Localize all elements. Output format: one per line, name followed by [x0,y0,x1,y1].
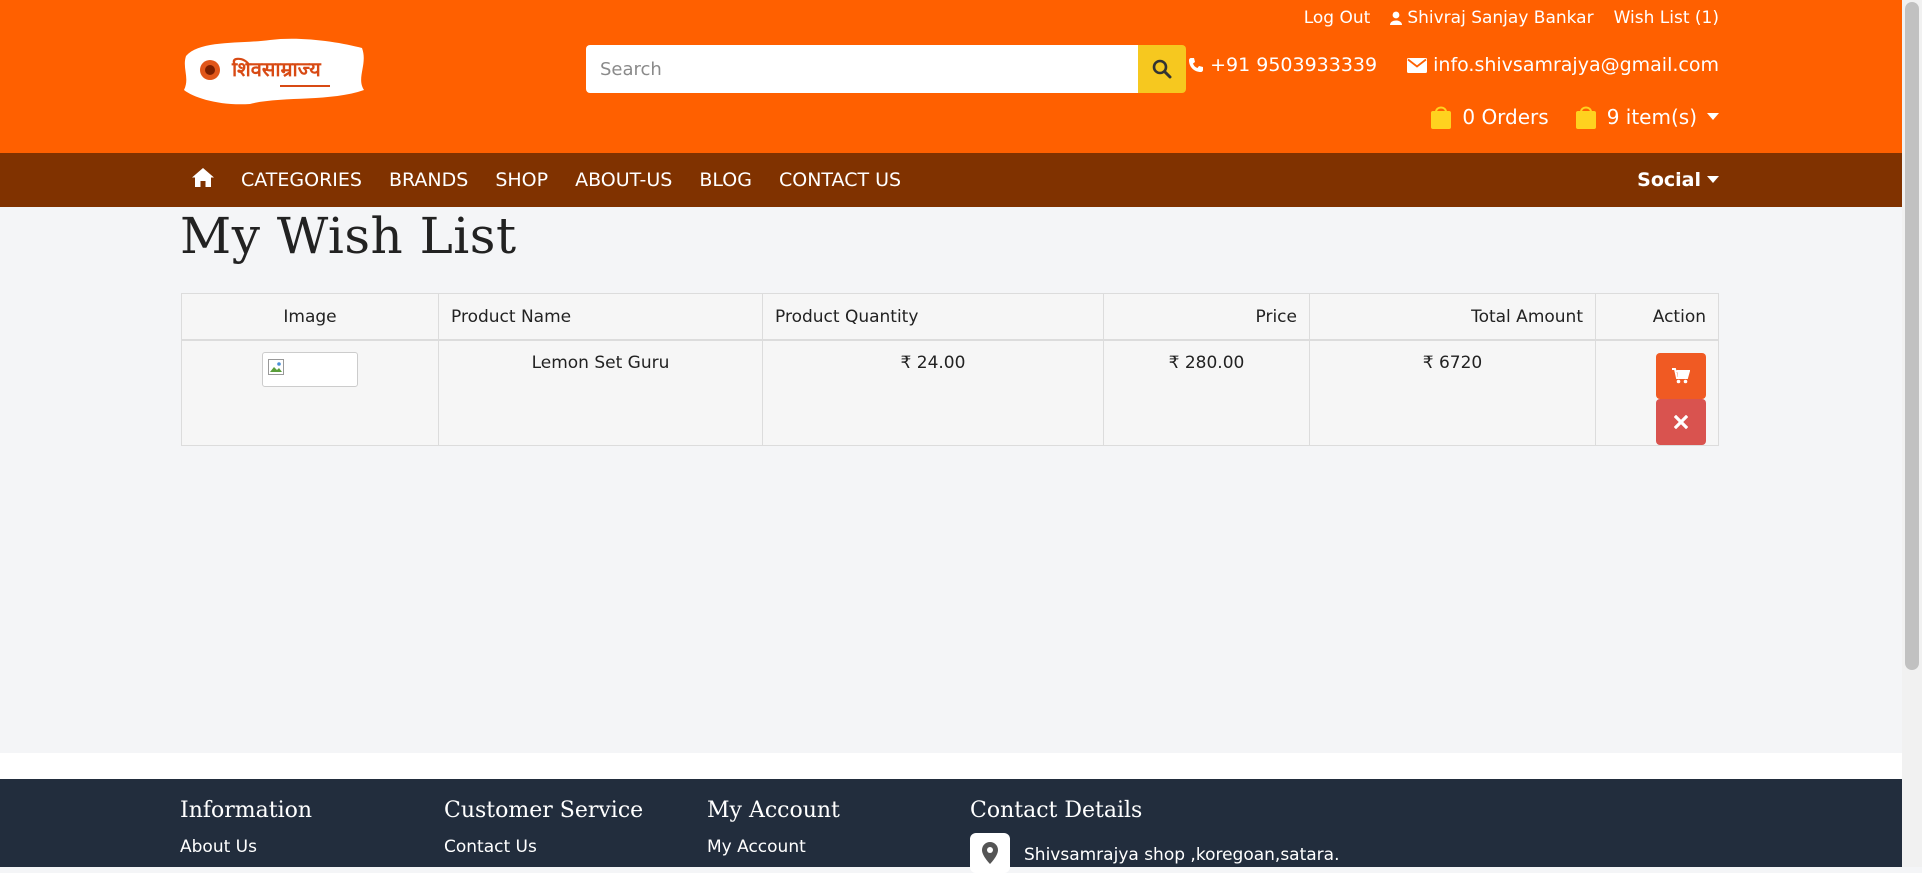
column-header-action: Action [1595,293,1719,341]
page-title: My Wish List [180,207,517,265]
nav-shop[interactable]: SHOP [495,169,548,191]
remove-button[interactable] [1656,399,1706,445]
scrollbar-thumb[interactable] [1905,2,1919,670]
caret-down-icon [1707,113,1719,120]
social-dropdown[interactable]: Social [1637,153,1719,207]
main-nav: CATEGORIES BRANDS SHOP ABOUT-US BLOG CON… [192,153,901,207]
main-content [0,207,1902,753]
column-header-product-name: Product Name [438,293,763,341]
shopping-bag-icon [1431,106,1452,129]
wishlist-table: Image Product Name Product Quantity Pric… [181,293,1719,446]
footer-link-about-us[interactable]: About Us [180,837,312,857]
search-bar [586,45,1186,93]
footer-information: Information About Us [180,798,312,857]
user-link[interactable]: Shivraj Sanjay Bankar [1390,8,1594,28]
add-to-cart-button[interactable] [1656,353,1706,399]
cart-summary: 0 Orders 9 item(s) [1430,104,1719,130]
search-button[interactable] [1138,45,1186,93]
footer-customer-service: Customer Service Contact Us [444,798,643,857]
nav-contact-us[interactable]: CONTACT US [779,169,901,191]
footer-link-contact-us[interactable]: Contact Us [444,837,643,857]
caret-down-icon [1707,176,1719,183]
footer-heading: Information [180,798,313,823]
column-header-image: Image [181,293,439,341]
logout-link[interactable]: Log Out [1304,8,1371,28]
location-pin-icon [970,833,1010,873]
home-icon [192,168,214,187]
footer-heading: Customer Service [444,798,644,823]
social-label: Social [1637,169,1701,191]
email-contact[interactable]: info.shivsamrajya@gmail.com [1407,54,1719,76]
page-scrollbar[interactable] [1902,0,1922,867]
wishlist-link[interactable]: Wish List (1) [1614,8,1719,28]
orders-count: 0 Orders [1462,105,1549,129]
contact-info: +91 9503933339 info.shivsamrajya@gmail.c… [1188,54,1719,76]
broken-image-icon [268,359,284,375]
nav-about-us[interactable]: ABOUT-US [575,169,672,191]
orders-link[interactable]: 0 Orders [1430,104,1549,130]
footer-contact-details: Contact Details Shivsamrajya shop ,koreg… [970,798,1340,873]
nav-home[interactable] [192,168,214,192]
cart-count: 9 item(s) [1606,105,1697,129]
column-header-total: Total Amount [1309,293,1596,341]
product-total-cell: ₹ 6720 [1309,339,1596,446]
nav-brands[interactable]: BRANDS [389,169,468,191]
footer-my-account: My Account My Account [707,798,840,857]
product-price-cell: ₹ 280.00 [1103,339,1310,446]
footer-heading: My Account [707,798,840,823]
logo-wordmark: शिवसाम्राज्य [231,57,322,81]
product-quantity-cell: ₹ 24.00 [762,339,1104,446]
footer-link-my-account[interactable]: My Account [707,837,840,857]
phone-contact[interactable]: +91 9503933339 [1188,54,1377,76]
site-logo[interactable]: शिवसाम्राज्य [180,34,368,108]
envelope-icon [1407,57,1428,73]
close-icon [1674,415,1688,429]
user-name: Shivraj Sanjay Bankar [1407,8,1594,28]
table-row: Lemon Set Guru ₹ 24.00 ₹ 280.00 ₹ 6720 [181,339,1719,446]
footer-address-text: Shivsamrajya shop ,koregoan,satara. [1024,845,1340,865]
search-input[interactable] [586,45,1138,93]
footer-heading: Contact Details [970,798,1143,823]
shopping-bag-icon [1575,106,1596,129]
phone-number: +91 9503933339 [1210,54,1378,76]
user-icon [1390,11,1403,25]
product-name-cell: Lemon Set Guru [438,339,763,446]
footer-spacer [0,753,1902,779]
cart-link[interactable]: 9 item(s) [1575,104,1719,130]
product-image-cell [181,339,439,446]
product-action-cell [1595,339,1719,446]
footer-address: Shivsamrajya shop ,koregoan,satara. [970,833,1340,873]
column-header-price: Price [1103,293,1310,341]
product-image[interactable] [262,352,358,387]
nav-blog[interactable]: BLOG [699,169,752,191]
email-address: info.shivsamrajya@gmail.com [1433,54,1719,76]
phone-icon [1189,58,1204,72]
cart-icon [1672,368,1690,384]
table-header-row: Image Product Name Product Quantity Pric… [181,293,1719,341]
nav-categories[interactable]: CATEGORIES [241,169,362,191]
search-icon [1152,59,1172,79]
column-header-quantity: Product Quantity [762,293,1104,341]
top-links: Log Out Shivraj Sanjay Bankar Wish List … [1304,8,1719,28]
